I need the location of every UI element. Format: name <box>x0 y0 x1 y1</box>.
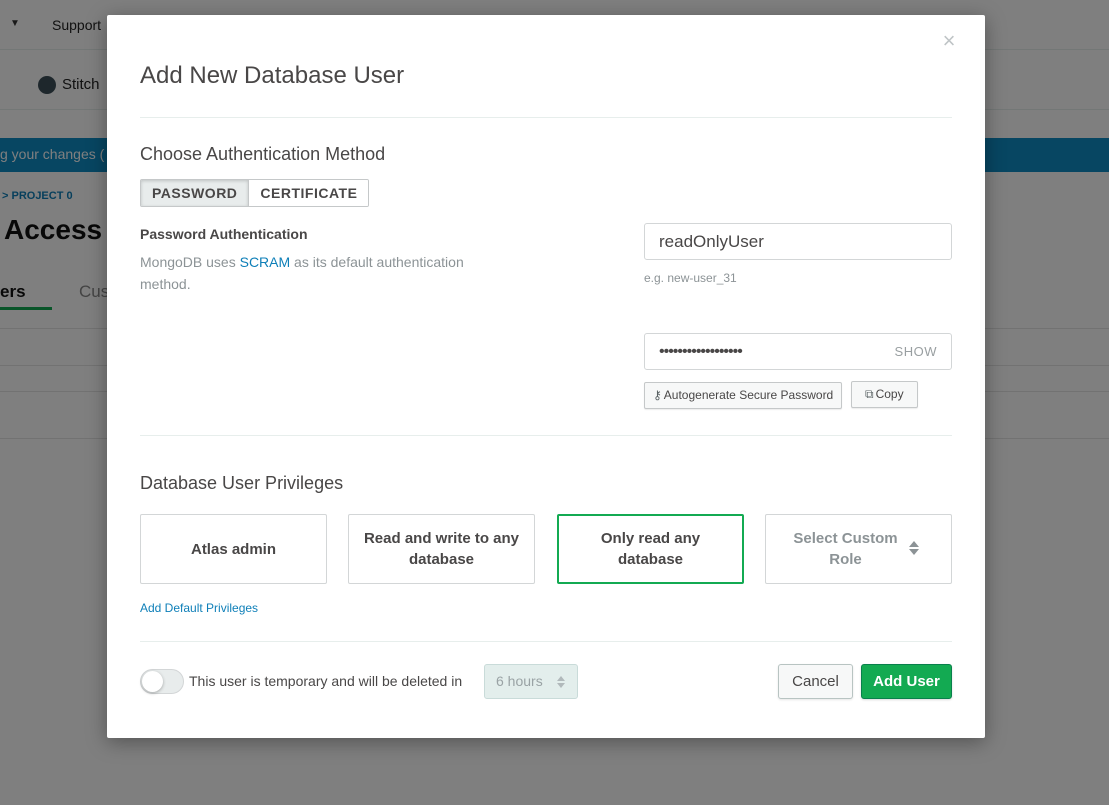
password-auth-description: MongoDB uses SCRAM as its default authen… <box>140 251 510 295</box>
auth-password-button[interactable]: PASSWORD <box>141 180 249 206</box>
privilege-custom-role-select[interactable]: Select Custom Role <box>765 514 952 584</box>
temporary-duration-select[interactable]: 6 hours <box>484 664 578 699</box>
autogenerate-label: Autogenerate Secure Password <box>663 388 834 402</box>
auth-certificate-button[interactable]: CERTIFICATE <box>248 180 369 206</box>
divider <box>140 641 952 642</box>
privileges-section-title: Database User Privileges <box>140 473 344 493</box>
divider <box>140 117 952 118</box>
custom-role-label: Select Custom Role <box>793 530 898 568</box>
show-password-toggle[interactable]: SHOW <box>895 334 937 369</box>
toggle-knob <box>142 671 163 692</box>
modal-title: Add New Database User <box>140 62 405 89</box>
close-icon[interactable]: × <box>939 30 959 52</box>
privilege-atlas-admin[interactable]: Atlas admin <box>140 514 327 584</box>
copy-password-button[interactable]: ⧉ Copy <box>851 381 918 408</box>
username-value: readOnlyUser <box>659 232 764 251</box>
add-user-modal: × Add New Database User Choose Authentic… <box>107 15 985 738</box>
autogenerate-password-button[interactable]: ⚷ Autogenerate Secure Password <box>644 382 843 409</box>
add-user-button[interactable]: Add User <box>861 664 952 699</box>
description-text: MongoDB uses <box>140 254 240 270</box>
temporary-user-text: This user is temporary and will be delet… <box>189 673 463 689</box>
copy-icon: ⧉ <box>865 387 874 401</box>
scram-link[interactable]: SCRAM <box>240 254 291 270</box>
privilege-read-any[interactable]: Only read any database <box>557 514 744 584</box>
select-arrows-icon <box>557 676 565 688</box>
username-hint: e.g. new-user_31 <box>644 271 737 285</box>
add-default-privileges-link[interactable]: Add Default Privileges <box>140 601 258 615</box>
password-input[interactable]: •••••••••••••••••• SHOW <box>644 333 952 370</box>
password-auth-heading: Password Authentication <box>140 226 308 242</box>
auth-section-title: Choose Authentication Method <box>140 144 386 164</box>
divider <box>140 435 952 436</box>
duration-value: 6 hours <box>496 673 543 689</box>
temporary-user-toggle[interactable] <box>140 669 184 694</box>
auth-method-toggle: PASSWORD CERTIFICATE <box>140 179 370 207</box>
username-input[interactable]: readOnlyUser <box>644 223 952 260</box>
select-arrows-icon <box>909 541 919 555</box>
key-icon: ⚷ <box>653 388 662 402</box>
copy-label: Copy <box>875 387 904 401</box>
password-value: •••••••••••••••••• <box>659 343 743 360</box>
cancel-button[interactable]: Cancel <box>778 664 853 699</box>
privilege-read-write-any[interactable]: Read and write to any database <box>348 514 535 584</box>
